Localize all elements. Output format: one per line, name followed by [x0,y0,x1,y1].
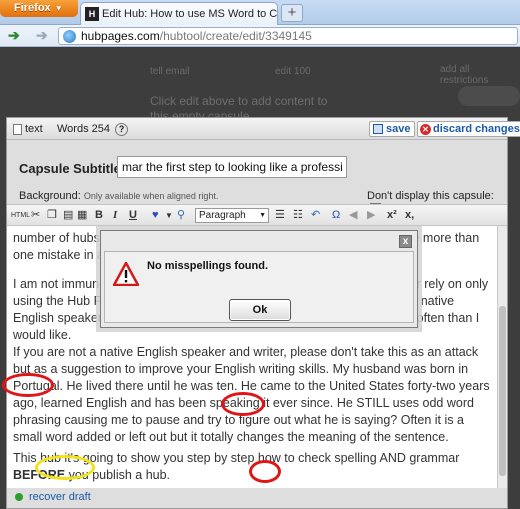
capsule-type: text [13,123,43,135]
link-icon[interactable]: ⚲ [177,208,185,223]
save-button[interactable]: save [369,121,416,137]
dialog-message: No misspellings found. [147,260,269,272]
forward-arrow-icon[interactable]: ➔ [36,27,48,44]
special-character-button[interactable]: Ω [332,208,340,223]
recover-draft-link[interactable]: recover draft [29,491,91,503]
subtitle-input[interactable] [117,156,347,178]
new-tab-button[interactable]: + [281,4,303,22]
background-setting: Background: Only available when aligned … [19,190,218,202]
editor-scrollbar[interactable] [497,226,507,488]
numbered-list-icon[interactable]: ☰ [275,208,285,223]
background-label: Background: [19,190,81,202]
background-note: Only available when aligned right. [83,191,219,201]
paragraph-3: If you are not a native English speaker … [13,345,490,444]
paste-word-icon[interactable]: ▦ [77,208,87,223]
dialog-body: No misspellings found. Ok [104,251,414,323]
bold-button[interactable]: B [95,208,103,223]
browser-tab-bar: Firefox ▼ H Edit Hub: How to use MS Word t… [0,0,520,25]
url-path: /hubtool/create/edit/3349145 [159,29,312,43]
help-icon[interactable]: ? [115,123,129,136]
firefox-menu-button[interactable]: Firefox ▼ [0,0,78,17]
firefox-menu-label: Firefox [14,2,51,14]
url-bar[interactable]: hubpages.com/hubtool/create/edit/3349145 [58,27,518,45]
close-icon[interactable]: x [399,235,412,248]
background-snippet-b: edit 100 [275,66,311,77]
paragraph-4: This hub it's going to show you step by … [13,450,491,484]
paragraph-4-start: This hub it's going to show you step by … [13,451,460,465]
paragraph-format-value: Paragraph [199,210,246,221]
indent-icon[interactable]: ▶ [367,208,375,223]
browser-nav-bar: ➔ ➔ hubpages.com/hubtool/create/edit/334… [0,25,520,47]
firefox-menu-caret-icon: ▼ [54,4,63,13]
italic-button[interactable]: I [113,208,117,223]
rich-text-toolbar: HTML ✂ ❐ ▤ ▦ B I U ♥ ▼ ⚲ Paragraph ▼ ☰ ☷ … [7,204,507,226]
text-capsule-icon [13,123,22,135]
background-snippet-c: add all restrictions [440,64,489,86]
ok-button[interactable]: Ok [229,299,291,321]
save-icon [373,124,383,135]
outdent-icon[interactable]: ◀ [349,208,357,223]
paragraph-4-end: you publish a hub. [65,468,171,482]
html-mode-button[interactable]: HTML [11,208,30,223]
tab-title: Edit Hub: How to use MS Word to Check... [102,8,278,20]
warning-triangle-icon [113,262,139,286]
status-dot-icon [15,493,23,502]
back-arrow-icon[interactable]: ➔ [8,27,20,44]
cut-icon[interactable]: ✂ [31,208,40,223]
spellcheck-dropdown-icon[interactable]: ▼ [165,208,173,223]
dont-display-label: Don't display this capsule: [367,190,494,202]
word-count-label: Words 254 [57,123,110,135]
word-count: Words 254 ? [57,123,129,136]
browser-tab[interactable]: HEdit Hub: How to use MS Word to Check..… [80,2,278,25]
site-globe-icon [63,30,76,43]
discard-changes-button[interactable]: ✕ discard changes [417,121,520,137]
copy-icon[interactable]: ❐ [47,208,57,223]
capsule-type-label: text [25,123,43,135]
hubpages-favicon-icon: H [85,7,99,21]
paragraph-4-bold: BEFORE [13,468,66,482]
paste-icon[interactable]: ▤ [63,208,73,223]
select-arrow-icon: ▼ [259,212,266,219]
subtitle-label: Capsule Subtitle: [19,161,126,176]
spellcheck-dialog: x No misspellings found. Ok [100,230,418,328]
paragraph-format-select[interactable]: Paragraph ▼ [195,208,269,223]
underline-button[interactable]: U [129,208,137,223]
bullet-list-icon[interactable]: ☷ [293,208,303,223]
superscript-button[interactable]: x² [387,208,397,223]
discard-icon: ✕ [420,123,431,135]
background-pill-button [458,86,520,106]
save-label: save [386,123,411,135]
background-snippet-a: tell email [150,66,190,77]
url-host: hubpages.com [81,29,160,43]
spellcheck-icon[interactable]: ♥ [152,208,159,223]
subscript-button[interactable]: x, [405,208,414,223]
discard-label: discard changes [433,123,520,135]
scrollbar-thumb[interactable] [499,306,506,476]
editor-header: text Words 254 ? save ✕ discard changes [7,118,520,140]
undo-icon[interactable]: ↶ [311,208,320,223]
recover-draft-bar: recover draft [7,488,507,508]
